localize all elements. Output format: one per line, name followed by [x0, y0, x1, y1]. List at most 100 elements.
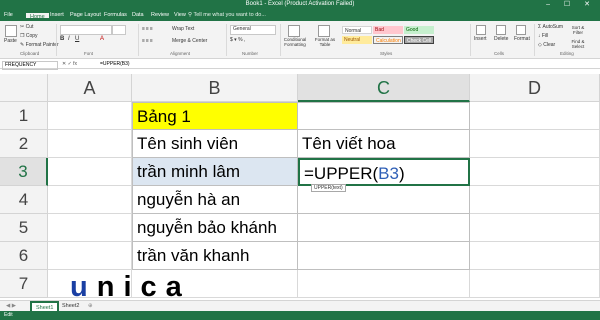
cell-b4[interactable]: nguyễn hà an [132, 186, 298, 214]
row-header-7[interactable]: 7 [0, 270, 48, 298]
cell-d4[interactable] [470, 186, 600, 214]
alignment-group-label: Alignment [170, 51, 191, 56]
tab-file[interactable]: File [4, 12, 13, 18]
format-cells-icon[interactable] [516, 25, 526, 35]
font-name-dropdown[interactable] [60, 25, 112, 35]
cell-d7[interactable] [470, 270, 600, 298]
cell-c2[interactable]: Tên viết hoa [298, 130, 470, 158]
cell-d5[interactable] [470, 214, 600, 242]
ribbon-separator [56, 24, 57, 56]
style-bad[interactable]: Bad [373, 26, 403, 34]
delete-cells-icon[interactable] [496, 25, 506, 35]
font-color-icon[interactable]: A [100, 36, 104, 42]
cell-d6[interactable] [470, 242, 600, 270]
worksheet-grid[interactable]: A B C D 1 2 3 4 5 6 7 Bảng 1 Tên sinh vi… [0, 74, 600, 300]
merge-center-button[interactable]: Merge & Center [172, 38, 207, 44]
column-header-b[interactable]: B [132, 74, 298, 102]
row-header-2[interactable]: 2 [0, 130, 48, 158]
ribbon: Paste ✂ Cut ❐ Copy ✎ Format Painter Clip… [0, 21, 600, 59]
unica-logo: unica [70, 271, 191, 303]
row-header-3[interactable]: 3 [0, 158, 48, 186]
tab-data[interactable]: Data [132, 12, 144, 18]
style-normal[interactable]: Normal [342, 26, 372, 34]
style-neutral[interactable]: Neutral [342, 36, 372, 44]
column-header-d[interactable]: D [470, 74, 600, 102]
cell-b5[interactable]: nguyễn bảo khánh [132, 214, 298, 242]
formula-bar-icons[interactable]: ✕ ✓ fx [62, 61, 77, 67]
currency-icon[interactable]: $ ▾ % , [230, 37, 245, 43]
autosum-button[interactable]: Σ AutoSum [538, 24, 563, 30]
paste-button[interactable]: Paste [4, 38, 17, 44]
row-header-4[interactable]: 4 [0, 186, 48, 214]
cell-d1[interactable] [470, 102, 600, 130]
underline-button[interactable]: U [75, 36, 79, 42]
tab-review[interactable]: Review [151, 12, 169, 18]
style-calculation[interactable]: Calculation [373, 36, 403, 44]
font-size-dropdown[interactable] [112, 25, 126, 35]
cell-d3[interactable] [470, 158, 600, 186]
ribbon-separator [138, 24, 139, 56]
number-format-dropdown[interactable]: General [230, 25, 276, 35]
format-painter-label: Format Painter [25, 42, 59, 48]
format-as-table-button[interactable]: Format as Table [312, 37, 338, 47]
cell-c1[interactable] [298, 102, 470, 130]
cell-c3-active[interactable]: =UPPER(B3) [298, 158, 470, 186]
align-left-icon[interactable]: ≡≡≡ [142, 38, 154, 44]
cell-d2[interactable] [470, 130, 600, 158]
cell-a6[interactable] [48, 242, 132, 270]
fill-button[interactable]: ↓ Fill [538, 33, 548, 39]
bold-button[interactable]: B [60, 36, 64, 42]
insert-cells-icon[interactable] [476, 25, 486, 35]
column-header-c[interactable]: C [298, 74, 470, 102]
cell-b2[interactable]: Tên sinh viên [132, 130, 298, 158]
tab-insert[interactable]: Insert [50, 12, 64, 18]
cell-b6[interactable]: trần văn khanh [132, 242, 298, 270]
delete-cells-button[interactable]: Delete [494, 36, 508, 42]
italic-button[interactable]: I [68, 36, 70, 42]
tab-formulas[interactable]: Formulas [104, 12, 127, 18]
row-header-1[interactable]: 1 [0, 102, 48, 130]
find-select-button[interactable]: Find & Select [570, 39, 586, 49]
cell-b1[interactable]: Bảng 1 [132, 102, 298, 130]
cell-c7[interactable] [298, 270, 470, 298]
cell-a5[interactable] [48, 214, 132, 242]
status-mode: Edit [4, 312, 13, 318]
conditional-formatting-icon[interactable] [288, 25, 300, 37]
window-controls[interactable]: – ☐ ✕ [546, 0, 596, 8]
select-all-corner[interactable] [0, 74, 48, 102]
clear-button[interactable]: ◇ Clear [538, 42, 555, 48]
tell-me-box[interactable]: ⚲ Tell me what you want to do... [188, 12, 266, 18]
styles-group-label: Styles [380, 51, 393, 56]
cell-c5[interactable] [298, 214, 470, 242]
tab-home[interactable]: Home [24, 11, 51, 20]
cell-a4[interactable] [48, 186, 132, 214]
format-as-table-icon[interactable] [318, 25, 330, 37]
cell-a2[interactable] [48, 130, 132, 158]
row-header-6[interactable]: 6 [0, 242, 48, 270]
format-cells-button[interactable]: Format [514, 36, 530, 42]
cell-b3[interactable]: trần minh lâm [132, 158, 298, 186]
cell-a1[interactable] [48, 102, 132, 130]
formula-input[interactable]: =UPPER(B3) [100, 61, 130, 68]
align-top-icon[interactable]: ≡≡≡ [142, 26, 154, 32]
tab-view[interactable]: View [174, 12, 186, 18]
copy-button[interactable]: ❐ Copy [20, 33, 38, 39]
sheet-nav-arrows[interactable]: ◀ ▶ [2, 301, 20, 311]
cell-c6[interactable] [298, 242, 470, 270]
autosum-label: AutoSum [542, 24, 564, 30]
format-painter-button[interactable]: ✎ Format Painter [20, 42, 59, 48]
paste-icon[interactable] [5, 25, 17, 37]
sort-filter-button[interactable]: Sort & Filter [570, 25, 586, 35]
insert-cells-button[interactable]: Insert [474, 36, 487, 42]
ribbon-separator [226, 24, 227, 56]
style-check-cell[interactable]: Check Cell [404, 36, 434, 44]
row-header-5[interactable]: 5 [0, 214, 48, 242]
style-good[interactable]: Good [404, 26, 434, 34]
wrap-text-button[interactable]: Wrap Text [172, 26, 194, 32]
conditional-formatting-button[interactable]: Conditional Formatting [282, 37, 308, 47]
cell-a3[interactable] [48, 158, 132, 186]
column-header-a[interactable]: A [48, 74, 132, 102]
tab-page-layout[interactable]: Page Layout [70, 12, 101, 18]
name-box[interactable]: FREQUENCY [2, 61, 58, 70]
cut-button[interactable]: ✂ Cut [20, 24, 33, 30]
